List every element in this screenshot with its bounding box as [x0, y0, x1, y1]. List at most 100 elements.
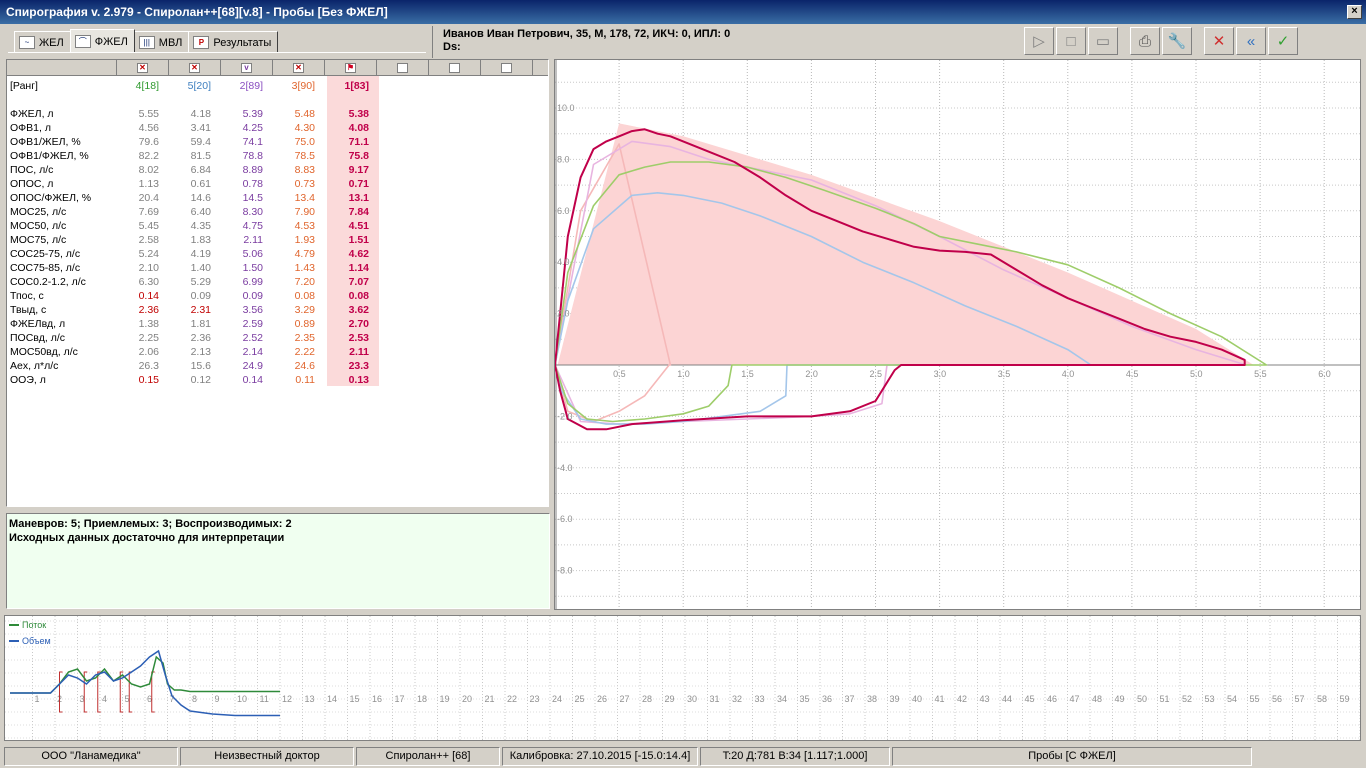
exclude-icon[interactable] [449, 62, 460, 73]
exclude-icon[interactable] [501, 62, 512, 73]
timeline-tick-label: 24 [552, 694, 562, 704]
table-row: ПОСвд, л/с 2.25 2.36 2.52 2.35 2.53 [7, 332, 548, 346]
row-value: 8.83 [294, 164, 315, 176]
flow-volume-chart: 0.5 1.0 1.5 2.0 2.5 3.0 3.5 4.0 4.5 5.0 5.5 6.0 10.0… [554, 59, 1361, 610]
row-value: 0.11 [295, 374, 315, 386]
exclude-icon[interactable]: ✕ [137, 62, 148, 73]
row-value: 59.4 [190, 136, 211, 148]
row-value: 81.5 [190, 150, 211, 162]
row-value: 0.73 [294, 178, 315, 190]
wrench-button[interactable]: 🔧 [1162, 27, 1192, 55]
row-value: 1.81 [190, 318, 211, 330]
title-bar: Спирография v. 2.979 - Спиролан++[68][v.… [0, 0, 1366, 24]
header-label-cell [7, 60, 117, 76]
tab-results[interactable]: P Результаты [188, 31, 279, 53]
header-attempt-cell[interactable]: ✕ [117, 60, 169, 76]
x-tick-label: 5.0 [1190, 369, 1203, 379]
row-value: 74.1 [242, 136, 263, 148]
wrench-icon: 🔧 [1167, 33, 1187, 50]
timeline-tick-label: 12 [282, 694, 292, 704]
row-value: 0.12 [190, 374, 211, 386]
row-value: 0.71 [348, 178, 369, 190]
row-value: 4.75 [242, 220, 263, 232]
timeline-volume-line [10, 649, 280, 717]
check-icon[interactable]: v [241, 62, 252, 73]
row-value: 26.3 [138, 360, 159, 372]
table-row: ОФВ1/ЖЕЛ, % 79.6 59.4 74.1 75.0 71.1 [7, 136, 548, 150]
row-label: СОС0.2-1.2, л/с [10, 276, 86, 288]
rewind-button[interactable]: « [1236, 27, 1266, 55]
row-value: 20.4 [138, 192, 159, 204]
x-tick-label: 3.0 [934, 369, 947, 379]
row-value: 0.15 [138, 374, 159, 386]
timeline-tick-label: 28 [642, 694, 652, 704]
header-attempt-cell[interactable]: ⚑ [325, 60, 377, 76]
tab-vc[interactable]: ~ ЖЕЛ [14, 31, 71, 53]
row-value: 2.11 [349, 346, 369, 358]
printer-button[interactable]: ⎙ [1130, 27, 1160, 55]
patient-name: Иванов Иван Петрович, 35, М, 178, 72, ИК… [443, 28, 731, 40]
toolbar-separator [1120, 27, 1128, 57]
row-value: 6.40 [190, 206, 211, 218]
row-value: 2.11 [243, 234, 263, 246]
close-icon[interactable]: × [1347, 5, 1362, 19]
row-value: 3.56 [242, 304, 263, 316]
row-value: 1.14 [348, 262, 369, 274]
x-tick-label: 1.0 [677, 369, 690, 379]
exclude-icon[interactable]: ✕ [189, 62, 200, 73]
timeline-tick-label: 52 [1182, 694, 1192, 704]
x-tick-label: 5.5 [1254, 369, 1267, 379]
timeline-tick-label: 10 [237, 694, 247, 704]
timeline-tick-label: 25 [575, 694, 585, 704]
status-cell: Спиролан++ [68] [356, 747, 500, 766]
exclude-icon[interactable]: ✕ [293, 62, 304, 73]
row-label: ОФВ1/ЖЕЛ, % [10, 136, 81, 148]
tab-fvc[interactable]: ⌒ ФЖЕЛ [69, 29, 135, 53]
timeline-tick-label: 34 [777, 694, 787, 704]
accept-button[interactable]: ✓ [1268, 27, 1298, 55]
delete-icon: ✕ [1212, 33, 1226, 50]
exclude-icon[interactable] [397, 62, 408, 73]
tab-divider [8, 52, 426, 53]
status-bar: ООО "Ланамедика" Неизвестный доктор Спирол… [0, 745, 1366, 768]
best-flag-icon[interactable]: ⚑ [345, 62, 356, 73]
table-row: МОС50, л/с 5.45 4.35 4.75 4.53 4.51 [7, 220, 548, 234]
timeline-tick-label: 13 [305, 694, 315, 704]
timeline-tick-label: 20 [462, 694, 472, 704]
row-value: 24.9 [242, 360, 263, 372]
header-attempt-cell[interactable]: ✕ [273, 60, 325, 76]
tab-label: ЖЕЛ [39, 36, 64, 49]
minus-icon: ▭ [1095, 33, 1111, 50]
timeline-tick-label: 15 [350, 694, 360, 704]
timeline-tick-label: 29 [665, 694, 675, 704]
row-value: 5.48 [294, 108, 315, 120]
row-value: 2.53 [348, 332, 369, 344]
row-value: 1.50 [242, 262, 263, 274]
timeline-tick-label: 38 [867, 694, 877, 704]
timeline-tick-label: 22 [507, 694, 517, 704]
x-tick-label: 1.5 [741, 369, 754, 379]
row-label: [Ранг] [10, 80, 38, 92]
stop-button[interactable]: □ [1056, 27, 1086, 55]
delete-button[interactable]: ✕ [1204, 27, 1234, 55]
row-value: 4.25 [242, 122, 263, 134]
timeline-tick-label: 51 [1160, 694, 1170, 704]
minus-button[interactable]: ▭ [1088, 27, 1118, 55]
fvc-curve-icon: ⌒ [74, 35, 91, 48]
row-value: 3.41 [190, 122, 211, 134]
y-tick-label: -4.0 [557, 463, 573, 473]
results-table: ✕ ✕ v ✕ ⚑ [Ранг] 4[18] 5[20] 2[89] 3[90] 1[83] ФЖЕ… [6, 59, 549, 507]
window-title: Спирография v. 2.979 - Спиролан++[68][v.… [6, 5, 388, 19]
play-button[interactable]: ▷ [1024, 27, 1054, 55]
header-attempt-cell[interactable]: v [221, 60, 273, 76]
table-row: СОС0.2-1.2, л/с 6.30 5.29 6.99 7.20 7.07 [7, 276, 548, 290]
header-attempt-cell[interactable]: ✕ [169, 60, 221, 76]
timeline-tick-label: 56 [1272, 694, 1282, 704]
results-icon: P [193, 36, 210, 49]
timeline-tick-label: 58 [1317, 694, 1327, 704]
tab-mvv[interactable]: ||| МВЛ [133, 31, 190, 53]
timeline-chart: 1 2 3 4 5 6 7 8 9 10 11 12 13 14 15 16 17 18 19 20 21 22 23 24 2… [4, 615, 1361, 741]
row-label: МОС25, л/с [10, 206, 67, 218]
x-tick-label: 4.5 [1126, 369, 1139, 379]
table-row: МОС50вд, л/с 2.06 2.13 2.14 2.22 2.11 [7, 346, 548, 360]
